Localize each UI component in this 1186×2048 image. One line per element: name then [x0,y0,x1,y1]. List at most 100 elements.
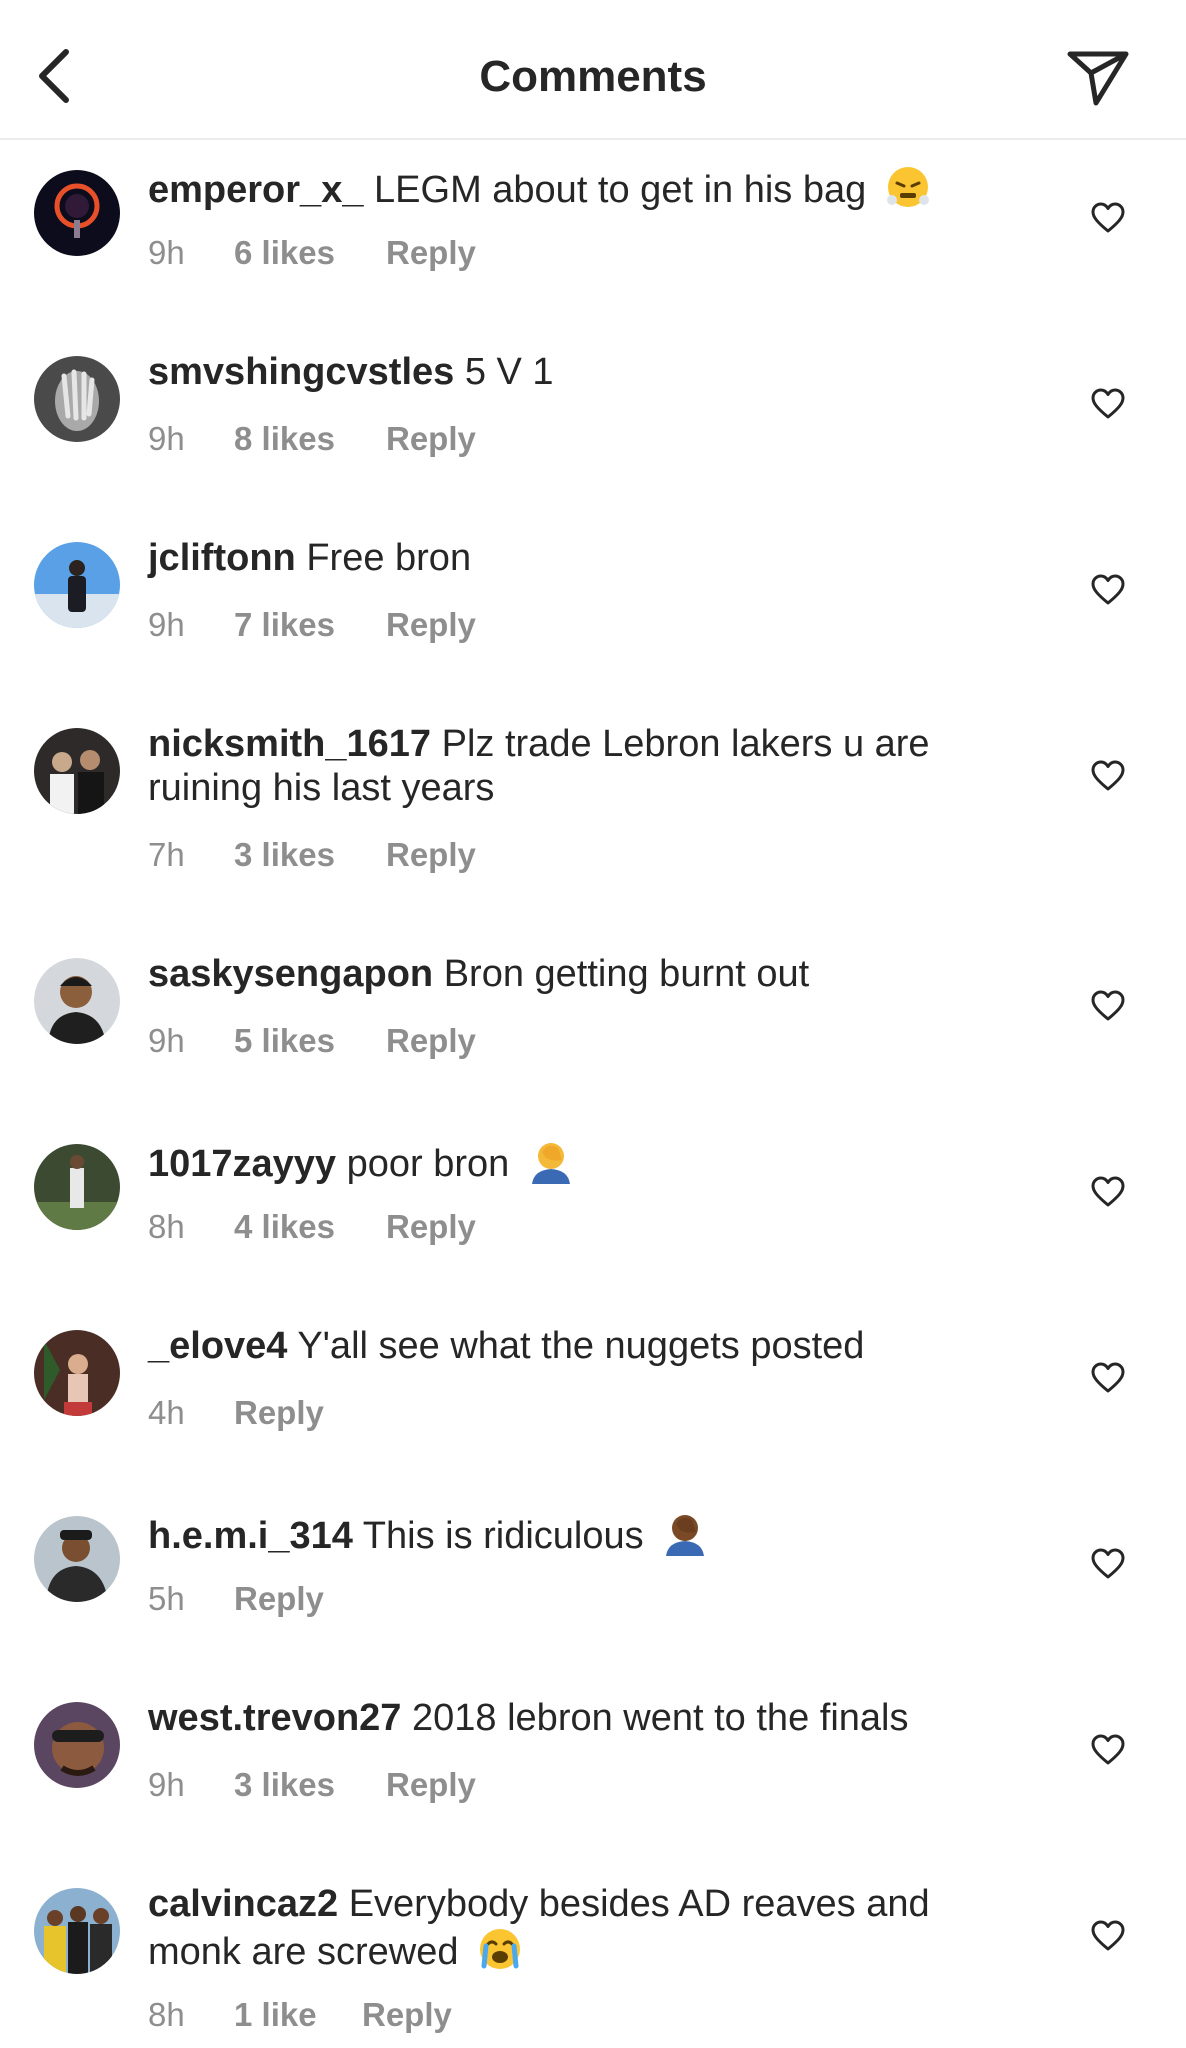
comment-likes[interactable]: 3 likes [234,836,386,874]
comment-time: 5h [148,1580,185,1617]
comment-text: saskysengapon Bron getting burnt out [148,952,988,996]
heart-icon [1091,990,1125,1021]
comment-message-line2: monk are screwed [148,1931,459,1973]
comment-time: 9h [148,1022,185,1059]
comment-username[interactable]: 1017zayyy [148,1143,336,1185]
comment-time: 9h [148,420,185,457]
avatar[interactable] [34,1144,120,1230]
avatar[interactable] [34,1888,120,1974]
reply-button[interactable]: Reply [386,606,476,644]
reply-button[interactable]: Reply [234,1580,324,1618]
like-button[interactable] [1086,754,1130,798]
reply-button[interactable]: Reply [386,1766,476,1804]
comment-time: 8h [148,1996,185,2033]
comment-meta: 7h 3 likes Reply [148,836,476,874]
comment-likes[interactable]: 3 likes [234,1766,386,1804]
comment-time: 9h [148,1766,185,1803]
comment-message: Everybody besides AD reaves and [348,1883,930,1925]
comment-username[interactable]: nicksmith_1617 [148,723,431,765]
comment-likes[interactable]: 7 likes [234,606,386,644]
loudly-crying-face-emoji [480,1929,521,1969]
heart-icon [1091,1734,1125,1765]
comment-meta: 8h 4 likes Reply [148,1208,476,1246]
heart-icon [1091,388,1125,419]
comment-username[interactable]: emperor_x_ [148,169,363,211]
comment-time: 7h [148,836,185,873]
heart-icon [1091,1548,1125,1579]
reply-button[interactable]: Reply [386,420,476,458]
page-title: Comments [479,52,707,101]
comment-message: This is ridiculous [362,1515,644,1557]
avatar[interactable] [34,1330,120,1416]
comment-message: Y'all see what the nuggets posted [297,1325,865,1367]
comment-text: jcliftonn Free bron [148,536,988,580]
comment-meta: 9h 3 likes Reply [148,1766,476,1804]
like-button[interactable] [1086,1728,1130,1772]
comment-text: west.trevon27 2018 lebron went to the fi… [148,1696,988,1740]
comment-username[interactable]: _elove4 [148,1325,287,1367]
comment-message: Bron getting burnt out [443,953,810,995]
heart-icon [1091,760,1125,791]
reply-button[interactable]: Reply [386,1208,476,1246]
comment-message-line2: ruining his last years [148,767,495,809]
comment-message: 2018 lebron went to the finals [412,1697,909,1739]
reply-button[interactable]: Reply [386,1022,476,1060]
heart-icon [1091,1362,1125,1393]
like-button[interactable] [1086,196,1130,240]
comment-message: LEGM about to get in his bag [374,169,867,211]
comment-likes[interactable]: 1 like [234,1996,362,2034]
avatar[interactable] [34,1516,120,1602]
comment-time: 4h [148,1394,185,1431]
avatar[interactable] [34,728,120,814]
avatar[interactable] [34,356,120,442]
comment-username[interactable]: calvincaz2 [148,1883,338,1925]
like-button[interactable] [1086,568,1130,612]
like-button[interactable] [1086,1542,1130,1586]
comment-username[interactable]: jcliftonn [148,537,296,579]
comment-text: 1017zayyy poor bron [148,1138,988,1186]
comment-likes[interactable]: 4 likes [234,1208,386,1246]
comment-likes[interactable]: 8 likes [234,420,386,458]
avatar[interactable] [34,542,120,628]
facepalm-emoji [531,1143,570,1184]
avatar[interactable] [34,958,120,1044]
reply-button[interactable]: Reply [386,234,476,272]
comment-meta: 5h Reply [148,1580,324,1618]
comment-time: 9h [148,606,185,643]
comment-username[interactable]: west.trevon27 [148,1697,401,1739]
reply-button[interactable]: Reply [386,836,476,874]
comment-meta: 9h 8 likes Reply [148,420,476,458]
comment-meta: 8h 1 like Reply [148,1996,452,2034]
reply-button[interactable]: Reply [362,1996,452,2034]
comment-meta: 9h 6 likes Reply [148,234,476,272]
comment-likes[interactable]: 6 likes [234,234,386,272]
face-with-steam-emoji [886,167,929,207]
comment-message: Free bron [306,537,472,579]
comment-meta: 9h 5 likes Reply [148,1022,476,1060]
like-button[interactable] [1086,382,1130,426]
comment-likes[interactable]: 5 likes [234,1022,386,1060]
avatar[interactable] [34,1702,120,1788]
comment-meta: 4h Reply [148,1394,324,1432]
comment-username[interactable]: h.e.m.i_314 [148,1515,353,1557]
comment-text: h.e.m.i_314 This is ridiculous [148,1510,988,1558]
comment-time: 9h [148,234,185,271]
like-button[interactable] [1086,1170,1130,1214]
heart-icon [1091,202,1125,233]
reply-button[interactable]: Reply [234,1394,324,1432]
comment-text: _elove4 Y'all see what the nuggets poste… [148,1324,988,1368]
heart-icon [1091,1176,1125,1207]
comment-message: Plz trade Lebron lakers u are [441,723,930,765]
like-button[interactable] [1086,1914,1130,1958]
paper-plane-icon [1067,51,1129,106]
avatar[interactable] [34,170,120,256]
comment-username[interactable]: saskysengapon [148,953,433,995]
share-button[interactable] [1060,44,1136,112]
comment-username[interactable]: smvshingcvstles [148,351,454,393]
comment-text: smvshingcvstles 5 V 1 [148,350,988,394]
comment-meta: 9h 7 likes Reply [148,606,476,644]
like-button[interactable] [1086,1356,1130,1400]
comment-message: 5 V 1 [464,351,554,393]
like-button[interactable] [1086,984,1130,1028]
comment-message: poor bron [346,1143,510,1185]
